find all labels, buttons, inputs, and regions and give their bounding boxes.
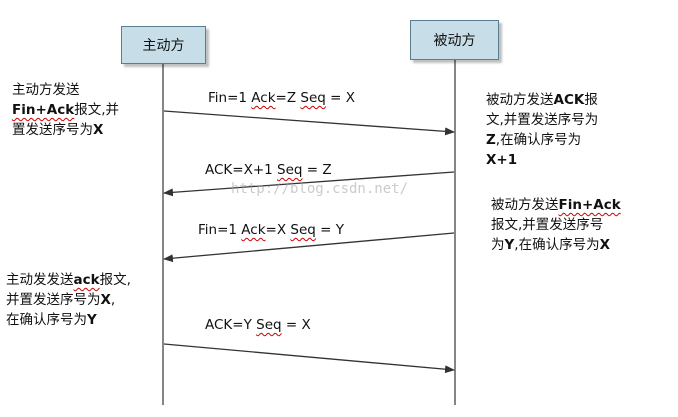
message-label-fin-ack-x: Fin=1 Ack=X Seq = Y xyxy=(198,222,344,238)
label-text: ACK=X+1 xyxy=(205,162,278,178)
note-line: 报文,并置发送序号 xyxy=(491,215,621,235)
note-bold-text: X+1 xyxy=(486,152,518,168)
note-line: 为Y,在确认序号为X xyxy=(491,235,621,255)
actor-active-box: 主动方 xyxy=(121,26,206,64)
note-bold-text: Y xyxy=(504,237,515,253)
note-line: 置发送序号为X xyxy=(12,120,119,140)
label-text: Fin=1 xyxy=(208,90,252,106)
note-line: 主动发发送ack报文, xyxy=(6,270,131,290)
note-text: 主动发发送 xyxy=(6,272,74,288)
label-text: = X xyxy=(281,317,311,333)
note-passive-fin: 被动方发送Fin+Ack 报文,并置发送序号 为Y,在确认序号为X xyxy=(491,195,621,255)
label-text: =Z xyxy=(275,90,301,106)
note-line: 主动方发送 xyxy=(12,80,119,100)
note-text: 报 xyxy=(584,92,598,108)
note-text: ,在确认序号为 xyxy=(514,237,600,253)
label-text: Seq xyxy=(256,317,282,333)
message-label-ack-x1: ACK=X+1 Seq = Z xyxy=(205,162,332,178)
actor-passive-label: 被动方 xyxy=(433,33,476,49)
note-text: 并置发送序号为 xyxy=(6,292,101,308)
actor-passive-box: 被动方 xyxy=(410,20,499,60)
csdn-watermark: http://blog.csdn.net/ xyxy=(231,181,409,197)
note-text: 在确认序号为 xyxy=(6,312,87,328)
message-arrow-1 xyxy=(163,110,455,136)
label-text: Ack xyxy=(241,222,266,238)
note-text: 报文,并 xyxy=(74,102,119,118)
note-line: 被动方发送ACK报 xyxy=(486,90,598,110)
note-text: 被动方发送 xyxy=(491,197,559,213)
note-bold-text: Fin+Ack xyxy=(558,197,621,213)
note-bold-text: X xyxy=(93,122,104,138)
label-text: ACK=Y xyxy=(205,317,257,333)
label-text: Seq xyxy=(300,90,326,106)
label-text: Seq xyxy=(277,162,303,178)
message-label-fin-ack-z: Fin=1 Ack=Z Seq = X xyxy=(208,90,355,106)
note-text: 报文,并置发送序号 xyxy=(491,217,604,233)
note-text: 文,并置发送序号为 xyxy=(486,112,599,128)
note-text: 报文, xyxy=(99,272,131,288)
note-text: 为 xyxy=(491,237,505,253)
note-bold-text: ACK xyxy=(553,92,585,108)
note-line: 并置发送序号为X, xyxy=(6,290,131,310)
note-line: X+1 xyxy=(486,150,598,170)
label-text: = X xyxy=(325,90,356,106)
note-text: ,在确认序号为 xyxy=(495,132,582,148)
note-text: 被动方发送 xyxy=(486,92,554,108)
note-line: Fin+Ack报文,并 xyxy=(12,100,119,120)
note-active-ack: 主动发发送ack报文, 并置发送序号为X, 在确认序号为Y xyxy=(6,270,131,330)
note-text: 置发送序号为 xyxy=(12,122,93,138)
message-label-ack-y: ACK=Y Seq = X xyxy=(205,317,311,333)
message-arrow-4 xyxy=(163,343,455,374)
label-text: =X xyxy=(265,222,291,238)
note-line: 被动方发送Fin+Ack xyxy=(491,195,621,215)
note-bold-text: X xyxy=(100,292,111,308)
note-line: 文,并置发送序号为 xyxy=(486,110,598,130)
label-text: Fin=1 xyxy=(198,222,242,238)
note-line: 在确认序号为Y xyxy=(6,310,131,330)
note-bold-text: Y xyxy=(87,312,97,328)
note-bold-text: Fin+Ack xyxy=(12,102,75,118)
note-bold-text: X xyxy=(599,237,610,253)
label-text: = Y xyxy=(315,222,344,238)
label-text: = Z xyxy=(302,162,332,178)
note-text: 主动方发送 xyxy=(12,82,80,98)
note-passive-ack: 被动方发送ACK报 文,并置发送序号为 Z,在确认序号为 X+1 xyxy=(486,90,598,170)
note-bold-text: Z xyxy=(486,132,496,148)
label-text: Seq xyxy=(290,222,316,238)
actor-active-label: 主动方 xyxy=(142,38,185,54)
note-bold-text: ack xyxy=(73,272,100,288)
note-active-fin: 主动方发送 Fin+Ack报文,并 置发送序号为X xyxy=(12,80,119,140)
note-text: , xyxy=(110,292,116,308)
label-text: Ack xyxy=(251,90,276,106)
note-line: Z,在确认序号为 xyxy=(486,130,598,150)
